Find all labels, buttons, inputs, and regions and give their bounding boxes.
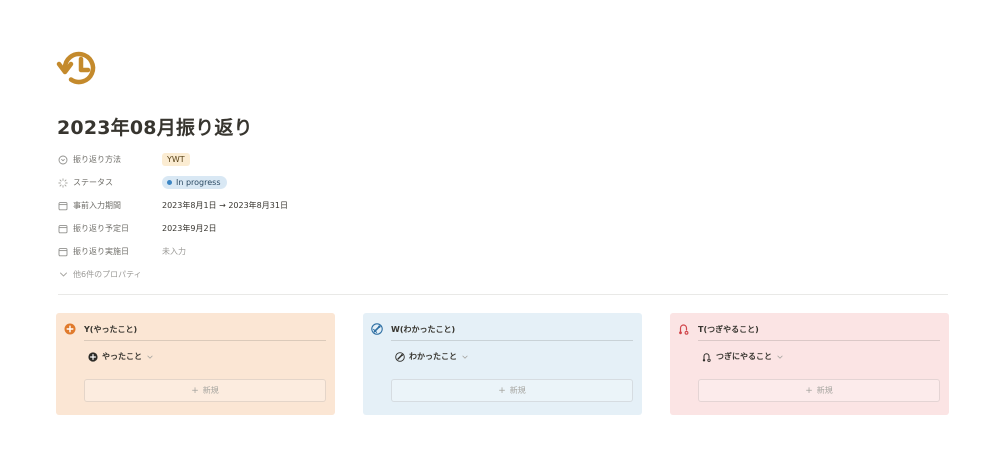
calendar-icon [58, 201, 68, 211]
chevron-down-icon [59, 270, 68, 279]
calendar-icon [58, 224, 68, 234]
property-row-actual-date[interactable]: 振り返り実施日 未入力 [58, 240, 958, 263]
plus-icon: + [498, 385, 506, 396]
route-icon [678, 323, 690, 335]
plus-icon: + [191, 385, 199, 396]
list-item[interactable]: わかったこと [395, 351, 469, 362]
new-item-label: 新規 [816, 386, 833, 395]
input-period-value[interactable]: 2023年8月1日 → 2023年8月31日 [162, 200, 288, 211]
chevron-down-icon[interactable] [461, 353, 469, 361]
circle-dot-icon [58, 155, 68, 165]
column-header[interactable]: W(わかったこと) [371, 322, 634, 336]
rocket-icon [371, 323, 383, 335]
divider [58, 294, 948, 295]
list-item-label: わかったこと [409, 352, 457, 361]
property-label: 事前入力期間 [73, 201, 121, 210]
status-dot [167, 180, 172, 185]
column-t: T(つぎやること) つぎにやること + 新規 [670, 313, 949, 415]
method-tag[interactable]: YWT [162, 153, 190, 166]
property-label: 振り返り予定日 [73, 224, 129, 233]
plus-circle-icon [64, 323, 76, 335]
property-row-status[interactable]: ステータス In progress [58, 171, 958, 194]
new-item-label: 新規 [509, 386, 526, 395]
route-icon [702, 352, 712, 362]
list-item[interactable]: つぎにやること [702, 351, 784, 362]
calendar-icon [58, 247, 68, 257]
column-divider [391, 340, 633, 341]
status-spinner-icon [58, 177, 68, 188]
column-w: W(わかったこと) わかったこと + 新規 [363, 313, 642, 415]
chevron-down-icon[interactable] [146, 353, 154, 361]
column-title: W(わかったこと) [391, 324, 456, 334]
property-label: 振り返り実施日 [73, 247, 129, 256]
properties-panel: 振り返り方法 YWT ステータス In progress 事前入力期間 2023… [58, 148, 958, 286]
more-properties-toggle[interactable]: 他6件のプロパティ [58, 263, 958, 286]
column-header[interactable]: Y(やったこと) [64, 322, 327, 336]
column-divider [698, 340, 940, 341]
history-icon[interactable] [56, 45, 102, 91]
list-item-label: つぎにやること [716, 352, 772, 361]
new-item-button[interactable]: + 新規 [698, 379, 940, 402]
property-row-method[interactable]: 振り返り方法 YWT [58, 148, 958, 171]
status-text: In progress [176, 178, 221, 187]
property-row-planned-date[interactable]: 振り返り予定日 2023年9月2日 [58, 217, 958, 240]
actual-date-value[interactable]: 未入力 [162, 246, 186, 257]
new-item-label: 新規 [202, 386, 219, 395]
more-properties-label: 他6件のプロパティ [73, 270, 142, 279]
column-divider [84, 340, 326, 341]
page-title[interactable]: 2023年08月振り返り [57, 113, 253, 140]
planned-date-value[interactable]: 2023年9月2日 [162, 223, 217, 234]
property-label: 振り返り方法 [73, 155, 121, 164]
new-item-button[interactable]: + 新規 [391, 379, 633, 402]
property-label: ステータス [73, 178, 113, 187]
rocket-icon [395, 351, 405, 362]
plus-circle-icon [88, 351, 98, 362]
plus-icon: + [805, 385, 813, 396]
list-item[interactable]: やったこと [88, 351, 154, 362]
new-item-button[interactable]: + 新規 [84, 379, 326, 402]
column-title: T(つぎやること) [698, 324, 759, 334]
column-title: Y(やったこと) [84, 324, 138, 334]
column-y: Y(やったこと) やったこと + 新規 [56, 313, 335, 415]
chevron-down-icon[interactable] [776, 353, 784, 361]
property-row-input-period[interactable]: 事前入力期間 2023年8月1日 → 2023年8月31日 [58, 194, 958, 217]
list-item-label: やったこと [102, 352, 142, 361]
status-badge[interactable]: In progress [162, 176, 227, 189]
column-header[interactable]: T(つぎやること) [678, 322, 941, 336]
